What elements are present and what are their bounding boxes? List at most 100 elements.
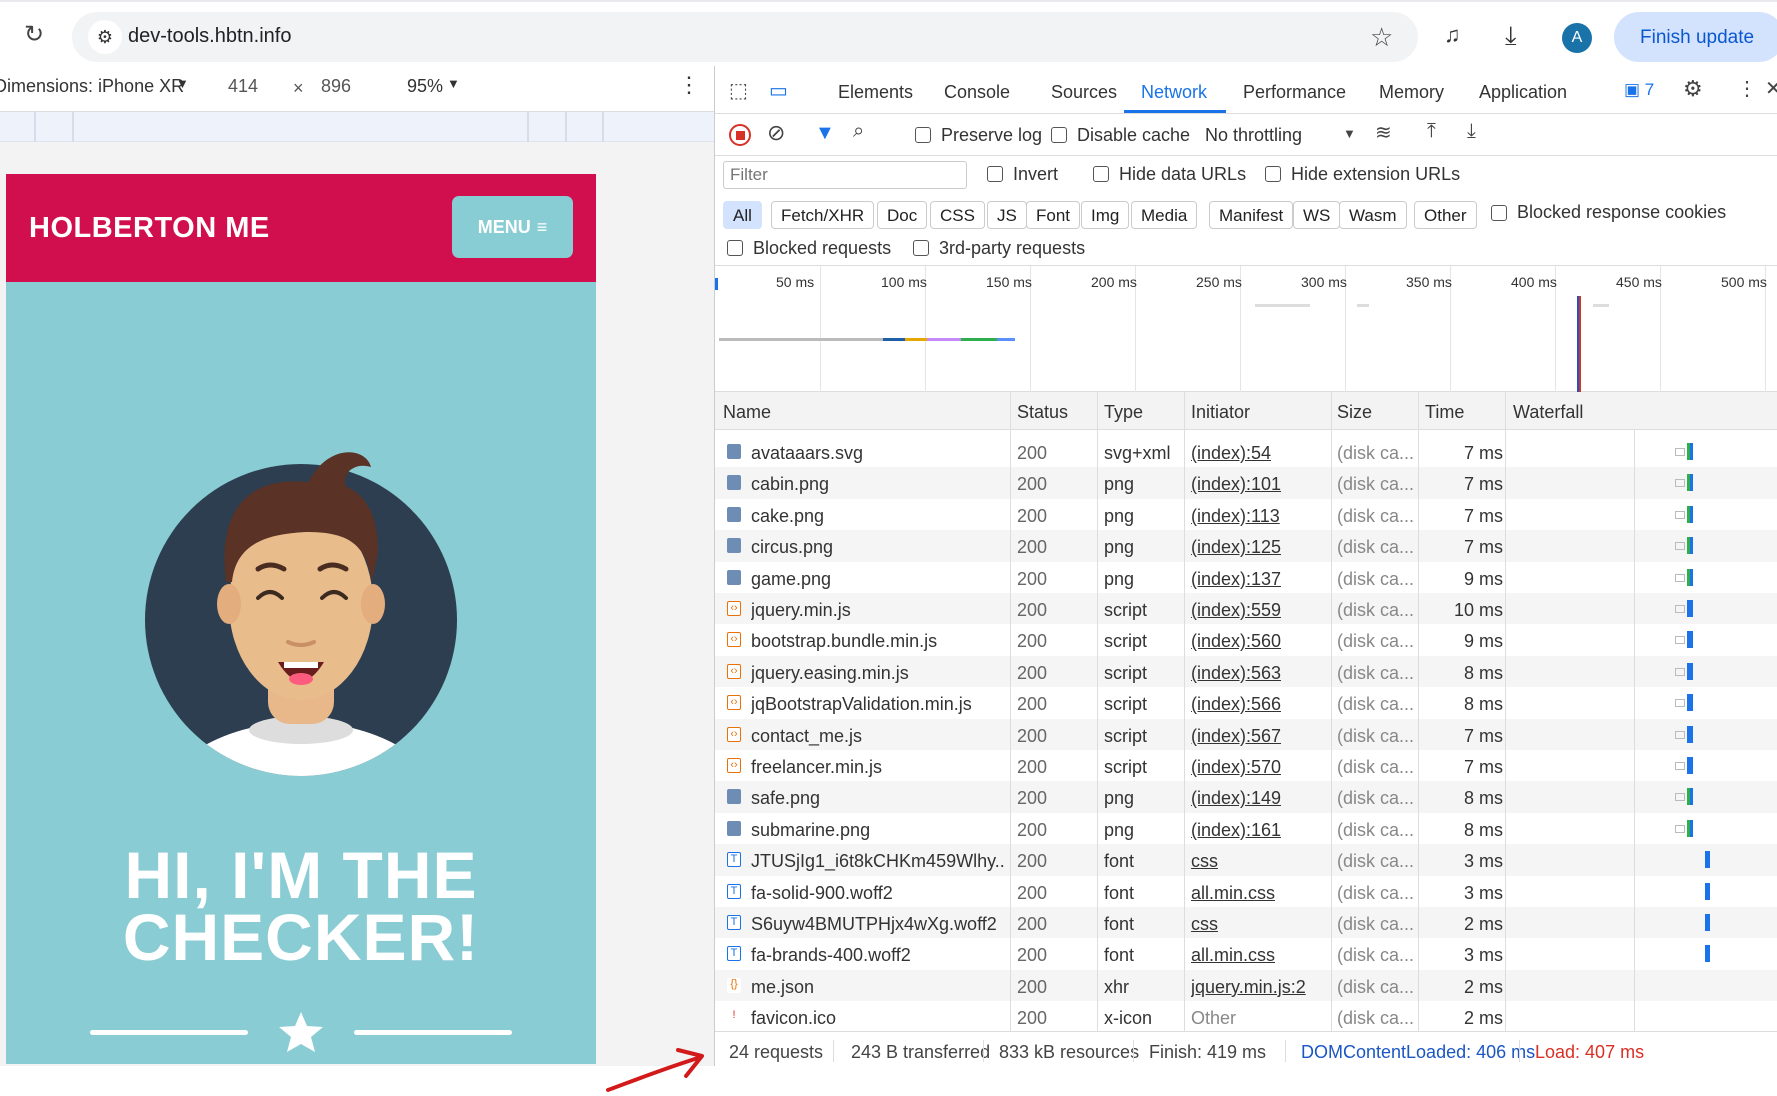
menu-button[interactable]: MENU ≡ xyxy=(452,196,573,258)
column-header-initiator[interactable]: Initiator xyxy=(1191,402,1250,423)
preserve-log-checkbox[interactable] xyxy=(915,127,931,143)
filter-input[interactable] xyxy=(723,161,967,189)
settings-gear-icon[interactable]: ⚙ xyxy=(1683,76,1703,102)
request-row[interactable]: circus.png 200 png (index):125 (disk ca... 7 … xyxy=(715,530,1777,562)
more-options-icon[interactable]: ⋮ xyxy=(678,72,700,98)
tab-application[interactable]: Application xyxy=(1479,82,1567,103)
profile-avatar[interactable]: A xyxy=(1562,23,1592,53)
device-toggle-icon[interactable]: ▭ xyxy=(769,78,788,103)
width-input[interactable]: 414 xyxy=(228,76,258,97)
type-filter-fetch-xhr[interactable]: Fetch/XHR xyxy=(771,201,875,229)
request-row[interactable]: ‹› freelancer.min.js 200 script (index):570 (… xyxy=(715,750,1777,781)
type-filter-js[interactable]: JS xyxy=(987,201,1027,229)
request-row[interactable]: ‹› jquery.min.js 200 script (index):559 (disk… xyxy=(715,593,1777,625)
hide-data-urls-checkbox[interactable] xyxy=(1093,166,1109,182)
type-filter-ws[interactable]: WS xyxy=(1293,201,1341,229)
type-filter-img[interactable]: Img xyxy=(1081,201,1130,229)
request-row[interactable]: ‹› bootstrap.bundle.min.js 200 script (index… xyxy=(715,624,1777,655)
type-filter-other[interactable]: Other xyxy=(1414,201,1477,229)
request-initiator[interactable]: (index):567 xyxy=(1191,726,1281,747)
media-controls-icon[interactable]: ♫ xyxy=(1444,22,1461,48)
site-brand[interactable]: HOLBERTON ME xyxy=(29,212,270,245)
request-initiator[interactable]: (index):570 xyxy=(1191,757,1281,778)
column-header-waterfall[interactable]: Waterfall xyxy=(1513,402,1583,423)
tab-console[interactable]: Console xyxy=(944,82,1010,103)
request-row[interactable]: ‹› jquery.easing.min.js 200 script (index):5… xyxy=(715,655,1777,688)
search-icon[interactable]: ⌕ xyxy=(853,120,864,143)
type-filter-manifest[interactable]: Manifest xyxy=(1209,201,1294,229)
request-initiator[interactable]: css xyxy=(1191,851,1218,872)
request-initiator[interactable]: css xyxy=(1191,914,1218,935)
blocked-response-cookies-checkbox[interactable] xyxy=(1491,205,1507,221)
type-filter-font[interactable]: Font xyxy=(1026,201,1081,229)
request-row[interactable]: game.png 200 png (index):137 (disk ca... 9 ms xyxy=(715,562,1777,593)
type-filter-all[interactable]: All xyxy=(723,201,762,229)
request-row[interactable]: avataaars.svg 200 svg+xml (index):54 (disk c… xyxy=(715,436,1777,467)
request-row[interactable]: cake.png 200 png (index):113 (disk ca... 7 ms xyxy=(715,499,1777,530)
type-filter-css[interactable]: CSS xyxy=(930,201,985,229)
request-row[interactable]: safe.png 200 png (index):149 (disk ca... 8 ms xyxy=(715,781,1777,813)
request-row[interactable]: ! favicon.ico 200 x-icon Other (disk ca... 2 m… xyxy=(715,1001,1777,1032)
request-row[interactable]: {} me.json 200 xhr jquery.min.js:2 (disk ca..… xyxy=(715,969,1777,1002)
request-initiator[interactable]: jquery.min.js:2 xyxy=(1191,977,1306,998)
type-filter-wasm[interactable]: Wasm xyxy=(1339,201,1407,229)
blocked-requests-checkbox[interactable] xyxy=(727,240,743,256)
request-initiator[interactable]: (index):566 xyxy=(1191,694,1281,715)
column-header-status[interactable]: Status xyxy=(1017,402,1068,423)
chevron-down-icon[interactable]: ▼ xyxy=(176,76,189,91)
url-text[interactable]: dev-tools.hbtn.info xyxy=(128,25,291,48)
invert-checkbox[interactable] xyxy=(987,166,1003,182)
request-row[interactable]: submarine.png 200 png (index):161 (disk ca..… xyxy=(715,813,1777,844)
throttling-dropdown[interactable]: No throttling xyxy=(1205,125,1302,146)
request-row[interactable]: cabin.png 200 png (index):101 (disk ca... 7 m… xyxy=(715,467,1777,499)
issues-badge[interactable]: ▣ 7 xyxy=(1624,80,1654,100)
request-initiator[interactable]: (index):559 xyxy=(1191,600,1281,621)
inspect-element-icon[interactable]: ⬚ xyxy=(729,78,748,103)
request-initiator[interactable]: all.min.css xyxy=(1191,883,1275,904)
tab-elements[interactable]: Elements xyxy=(838,82,913,103)
site-info-icon[interactable]: ⚙ xyxy=(88,20,122,54)
request-row[interactable]: ‹› jqBootstrapValidation.min.js 200 script (… xyxy=(715,687,1777,718)
chevron-down-icon[interactable]: ▼ xyxy=(447,76,460,91)
request-initiator[interactable]: all.min.css xyxy=(1191,945,1275,966)
hide-extension-urls-checkbox[interactable] xyxy=(1265,166,1281,182)
request-initiator[interactable]: (index):125 xyxy=(1191,537,1281,558)
request-initiator[interactable]: (index):560 xyxy=(1191,631,1281,652)
download-icon[interactable]: ⤓ xyxy=(1505,20,1517,52)
type-filter-media[interactable]: Media xyxy=(1131,201,1198,229)
network-conditions-icon[interactable]: ≋ xyxy=(1375,120,1392,145)
request-initiator[interactable]: (index):149 xyxy=(1191,788,1281,809)
network-overview[interactable]: 50 ms 100 ms 150 ms 200 ms 250 ms 300 ms 350 m… xyxy=(715,266,1777,392)
finish-update-button[interactable]: Finish update xyxy=(1614,12,1777,62)
height-input[interactable]: 896 xyxy=(321,76,351,97)
filter-funnel-icon[interactable]: ▼ xyxy=(815,122,835,145)
request-initiator[interactable]: (index):54 xyxy=(1191,443,1271,464)
dimensions-dropdown[interactable]: Dimensions: iPhone XR xyxy=(0,76,184,97)
media-query-ruler[interactable] xyxy=(0,112,714,142)
column-header-type[interactable]: Type xyxy=(1104,402,1143,423)
export-har-icon[interactable]: ⤓ xyxy=(1467,120,1476,143)
reload-icon[interactable]: ↻ xyxy=(20,20,48,48)
request-initiator[interactable]: (index):161 xyxy=(1191,820,1281,841)
request-initiator[interactable]: (index):563 xyxy=(1191,663,1281,684)
close-icon[interactable]: ✕ xyxy=(1765,76,1777,101)
type-filter-doc[interactable]: Doc xyxy=(877,201,928,229)
more-options-icon[interactable]: ⋮ xyxy=(1737,76,1757,101)
request-row[interactable]: Tfa-solid-900.woff2 200 font all.min.css (di… xyxy=(715,876,1777,907)
disable-cache-checkbox[interactable] xyxy=(1051,127,1067,143)
request-row[interactable]: T JTUSjIg1_i6t8kCHKm459Wlhy... 200 font css (… xyxy=(715,844,1777,876)
bookmark-star-icon[interactable]: ☆ xyxy=(1370,22,1393,53)
column-header-size[interactable]: Size xyxy=(1337,402,1372,423)
request-initiator[interactable]: (index):101 xyxy=(1191,474,1281,495)
record-stop-icon[interactable] xyxy=(729,124,751,146)
tab-memory[interactable]: Memory xyxy=(1379,82,1444,103)
tab-sources[interactable]: Sources xyxy=(1051,82,1117,103)
third-party-requests-checkbox[interactable] xyxy=(913,240,929,256)
request-initiator[interactable]: (index):137 xyxy=(1191,569,1281,590)
clear-icon[interactable]: ⊘ xyxy=(767,120,785,146)
tab-network[interactable]: Network xyxy=(1141,82,1207,103)
request-row[interactable]: Tfa-brands-400.woff2 200 font all.min.css (d… xyxy=(715,938,1777,969)
request-row[interactable]: ‹› contact_me.js 200 script (index):567 (disk… xyxy=(715,718,1777,750)
chevron-down-icon[interactable]: ▼ xyxy=(1343,126,1356,141)
tab-performance[interactable]: Performance xyxy=(1243,82,1346,103)
